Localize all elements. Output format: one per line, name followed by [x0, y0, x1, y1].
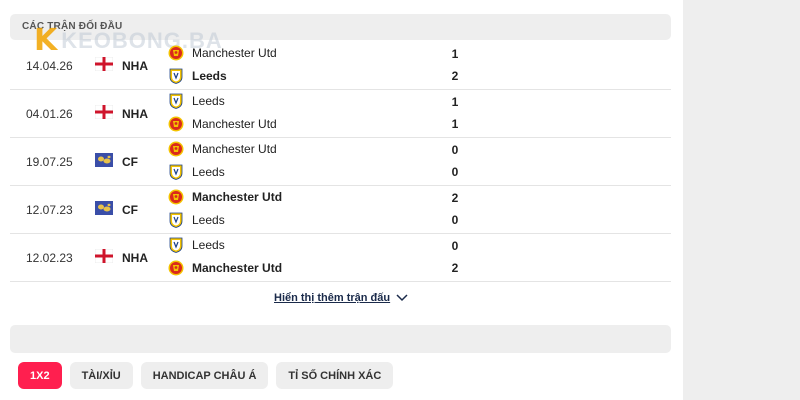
home-team: Manchester Utd — [168, 188, 282, 206]
home-score: 1 — [451, 95, 459, 109]
home-team-name: Leeds — [192, 238, 225, 252]
chevron-down-icon — [396, 294, 408, 302]
match-date: 14.04.26 — [26, 59, 73, 73]
away-team: Leeds — [168, 67, 227, 85]
world-flag-icon — [95, 153, 113, 167]
away-team: Leeds — [168, 211, 225, 229]
away-score: 2 — [451, 69, 459, 83]
leeds-crest-icon — [169, 237, 183, 253]
away-score: 1 — [451, 117, 459, 131]
world-flag-icon — [95, 201, 113, 215]
competition-label: NHA — [122, 251, 148, 265]
match-row[interactable]: 12.07.23 CF Manchester Utd Leeds 2 0 — [10, 186, 671, 234]
away-score: 0 — [451, 213, 459, 227]
right-side-panel — [683, 0, 800, 400]
competition-label: CF — [122, 155, 138, 169]
show-more-link[interactable]: Hiển thị thêm trận đấu — [274, 292, 408, 304]
home-team-name: Leeds — [192, 94, 225, 108]
competition-label: CF — [122, 203, 138, 217]
home-score: 2 — [451, 191, 459, 205]
show-more-label: Hiển thị thêm trận đấu — [274, 292, 391, 304]
man-utd-crest-icon — [168, 260, 184, 276]
man-utd-crest-icon — [168, 45, 184, 61]
home-team-name: Manchester Utd — [192, 46, 277, 60]
match-list: 14.04.26 NHA Manchester Utd Leeds 1 2 04.01.26… — [10, 42, 671, 282]
man-utd-crest-icon — [168, 116, 184, 132]
match-row[interactable]: 12.02.23 NHA Leeds Manchester Utd 0 2 — [10, 234, 671, 282]
home-score: 1 — [451, 47, 459, 61]
match-row[interactable]: 19.07.25 CF Manchester Utd Leeds 0 0 — [10, 138, 671, 186]
competition-label: NHA — [122, 59, 148, 73]
england-flag-icon — [95, 105, 113, 119]
home-team-name: Manchester Utd — [192, 142, 277, 156]
home-team: Leeds — [168, 236, 225, 254]
england-flag-icon — [95, 57, 113, 71]
away-team: Leeds — [168, 163, 225, 181]
match-row[interactable]: 04.01.26 NHA Leeds Manchester Utd 1 1 — [10, 90, 671, 138]
away-score: 2 — [451, 261, 459, 275]
match-date: 04.01.26 — [26, 107, 73, 121]
away-team-name: Manchester Utd — [192, 261, 283, 275]
leeds-crest-icon — [169, 68, 183, 84]
away-team-name: Leeds — [192, 165, 225, 179]
odds-tab[interactable]: TỈ SỐ CHÍNH XÁC — [276, 362, 394, 389]
leeds-crest-icon — [169, 164, 183, 180]
footer-bar — [10, 325, 671, 353]
away-team-name: Leeds — [192, 69, 227, 83]
away-score: 0 — [451, 165, 459, 179]
odds-tabs: 1X2 TÀI/XỈU HANDICAP CHÂU Á TỈ SỐ CHÍNH XÁC — [18, 362, 394, 389]
odds-tab[interactable]: HANDICAP CHÂU Á — [140, 362, 269, 389]
man-utd-crest-icon — [168, 189, 184, 205]
match-date: 12.02.23 — [26, 251, 73, 265]
home-team-name: Manchester Utd — [192, 190, 283, 204]
man-utd-crest-icon — [168, 141, 184, 157]
home-team: Leeds — [168, 92, 225, 110]
leeds-crest-icon — [169, 212, 183, 228]
home-team: Manchester Utd — [168, 44, 277, 62]
match-row[interactable]: 14.04.26 NHA Manchester Utd Leeds 1 2 — [10, 42, 671, 90]
competition-label: NHA — [122, 107, 148, 121]
leeds-crest-icon — [169, 93, 183, 109]
away-team: Manchester Utd — [168, 259, 282, 277]
match-date: 19.07.25 — [26, 155, 73, 169]
away-team-name: Leeds — [192, 213, 225, 227]
home-score: 0 — [451, 239, 459, 253]
england-flag-icon — [95, 249, 113, 263]
home-team: Manchester Utd — [168, 140, 277, 158]
odds-tab[interactable]: 1X2 — [18, 362, 62, 389]
away-team-name: Manchester Utd — [192, 117, 277, 131]
odds-tab[interactable]: TÀI/XỈU — [69, 362, 133, 389]
away-team: Manchester Utd — [168, 115, 277, 133]
match-date: 12.07.23 — [26, 203, 73, 217]
home-score: 0 — [451, 143, 459, 157]
